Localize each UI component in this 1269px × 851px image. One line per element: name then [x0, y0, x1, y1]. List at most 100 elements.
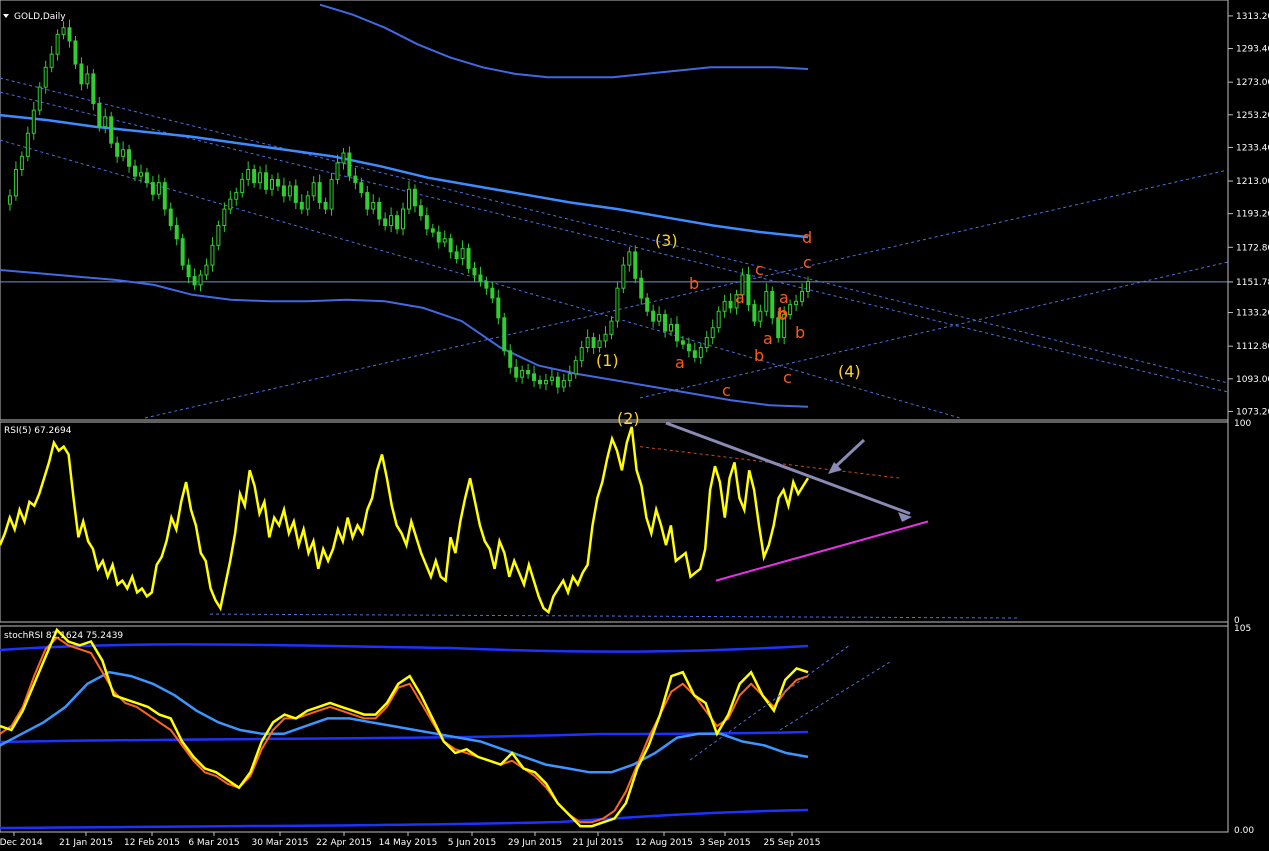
- candle-body: [115, 142, 120, 157]
- candle-body: [716, 310, 721, 329]
- candle-body: [31, 109, 36, 134]
- candle-body: [472, 267, 477, 276]
- candle-body: [25, 132, 30, 157]
- rsi-title: RSI(5) 67.2694: [4, 426, 72, 436]
- candle-body: [91, 73, 96, 105]
- candle-body: [133, 165, 138, 177]
- candle-body: [746, 274, 751, 306]
- wave-label-major: (3): [655, 231, 678, 250]
- candle-body: [97, 103, 102, 128]
- rsi-panel[interactable]: 1000 RSI(5) 67.2694: [0, 419, 1251, 626]
- candle-body: [514, 366, 519, 378]
- wave-label-minor: b: [778, 304, 788, 323]
- date-tick-label: 30 Mar 2015: [251, 838, 308, 848]
- candle-body: [663, 314, 668, 332]
- candle-body: [168, 208, 173, 227]
- date-tick-label: 12 Aug 2015: [635, 838, 693, 848]
- price-axis: 1313.20 1293.40 1273.00 1253.20 1233.40 1213.…: [1228, 12, 1269, 417]
- date-tick-label: 25 Sep 2015: [763, 838, 820, 848]
- wave-label-minor: b: [689, 274, 699, 293]
- date-tick-label: 14 May 2015: [379, 838, 438, 848]
- price-tick-label: 1293.40: [1236, 45, 1269, 55]
- rsi-overlays: [0, 421, 1021, 619]
- candle-body: [198, 274, 203, 286]
- candle-body: [150, 182, 155, 195]
- candle-body: [567, 373, 572, 381]
- rsi-axis: 1000: [1234, 419, 1251, 626]
- candle-body: [359, 182, 364, 194]
- stochrsi-trendline-1: [689, 644, 851, 761]
- rsi-line: [0, 426, 810, 615]
- candle-body: [7, 195, 12, 205]
- wave-label-minor: d: [802, 228, 812, 247]
- candle-body: [270, 178, 274, 190]
- price-candles: [7, 19, 810, 394]
- wave-label-minor: c: [803, 253, 812, 272]
- candle-body: [794, 300, 799, 306]
- candle-body: [275, 178, 280, 187]
- candle-body: [79, 63, 84, 85]
- date-axis: 29 Dec 2014 21 Jan 2015 12 Feb 2015 6 Mar 2…: [0, 832, 821, 848]
- candle-body: [389, 215, 394, 227]
- candle-body: [103, 116, 108, 128]
- candle-body: [210, 244, 215, 266]
- candle-body: [627, 251, 632, 266]
- candle-body: [651, 310, 656, 322]
- candle-body: [412, 188, 417, 207]
- candle-body: [138, 172, 143, 177]
- price-tick-label: 1172.80: [1236, 243, 1269, 253]
- date-tick-label: 3 Sep 2015: [699, 838, 750, 848]
- candle-body: [490, 287, 495, 299]
- rsi-trendline-lower: [715, 520, 929, 582]
- price-tick-label: 1151.78: [1236, 278, 1269, 288]
- dropdown-triangle-icon[interactable]: [3, 14, 9, 18]
- candle-body: [633, 251, 638, 279]
- candle-body: [591, 337, 596, 348]
- candle-body: [686, 343, 691, 352]
- candle-body: [377, 201, 382, 220]
- wave-label-major: (1): [596, 351, 619, 370]
- candle-body: [204, 264, 209, 276]
- candle-body: [216, 225, 221, 246]
- candle-body: [585, 337, 590, 348]
- price-panel[interactable]: 1313.20 1293.40 1273.00 1253.20 1233.40 1213.…: [0, 3, 1269, 428]
- candle-body: [669, 323, 674, 332]
- price-tick-label: 1133.20: [1236, 309, 1269, 319]
- candle-body: [502, 317, 507, 352]
- candle-body: [800, 290, 805, 302]
- price-tick-label: 1273.00: [1236, 78, 1269, 88]
- date-tick-label: 21 Jul 2015: [573, 838, 624, 848]
- candle-body: [61, 27, 66, 35]
- candle-body: [222, 208, 227, 227]
- candle-body: [287, 185, 292, 197]
- candle-body: [609, 320, 614, 335]
- stochrsi-overlays: [0, 627, 891, 830]
- stochrsi-tick-label: 105: [1234, 624, 1251, 634]
- candle-body: [579, 346, 584, 362]
- candle-body: [240, 178, 245, 194]
- candle-body: [162, 182, 167, 210]
- candle-body: [311, 182, 316, 197]
- stochrsi-axis: 105 0.00: [1234, 624, 1254, 836]
- candle-body: [496, 297, 501, 319]
- symbol-title: GOLD,Daily: [14, 12, 66, 22]
- stochrsi-panel[interactable]: 105 0.00 stochRSI 82.1624 75.2439: [0, 624, 1254, 836]
- wave-label-minor: b: [754, 346, 764, 365]
- date-tick-label: 21 Jan 2015: [59, 838, 113, 848]
- candle-body: [710, 327, 715, 339]
- wave-label-major: (4): [838, 362, 861, 381]
- candle-body: [424, 215, 429, 230]
- candle-body: [19, 155, 24, 171]
- price-tick-label: 1193.20: [1236, 210, 1269, 220]
- candle-body: [806, 281, 810, 292]
- price-tick-label: 1093.00: [1236, 375, 1269, 385]
- candle-body: [597, 340, 602, 348]
- candle-body: [299, 201, 304, 210]
- candle-body: [335, 162, 340, 180]
- candle-body: [758, 310, 763, 322]
- price-tick-label: 1073.20: [1236, 407, 1269, 417]
- date-tick-label: 29 Jun 2015: [508, 838, 562, 848]
- rsi-panel-frame: [0, 421, 1229, 623]
- stochrsi-trendline-2: [779, 661, 891, 731]
- candle-body: [442, 238, 447, 243]
